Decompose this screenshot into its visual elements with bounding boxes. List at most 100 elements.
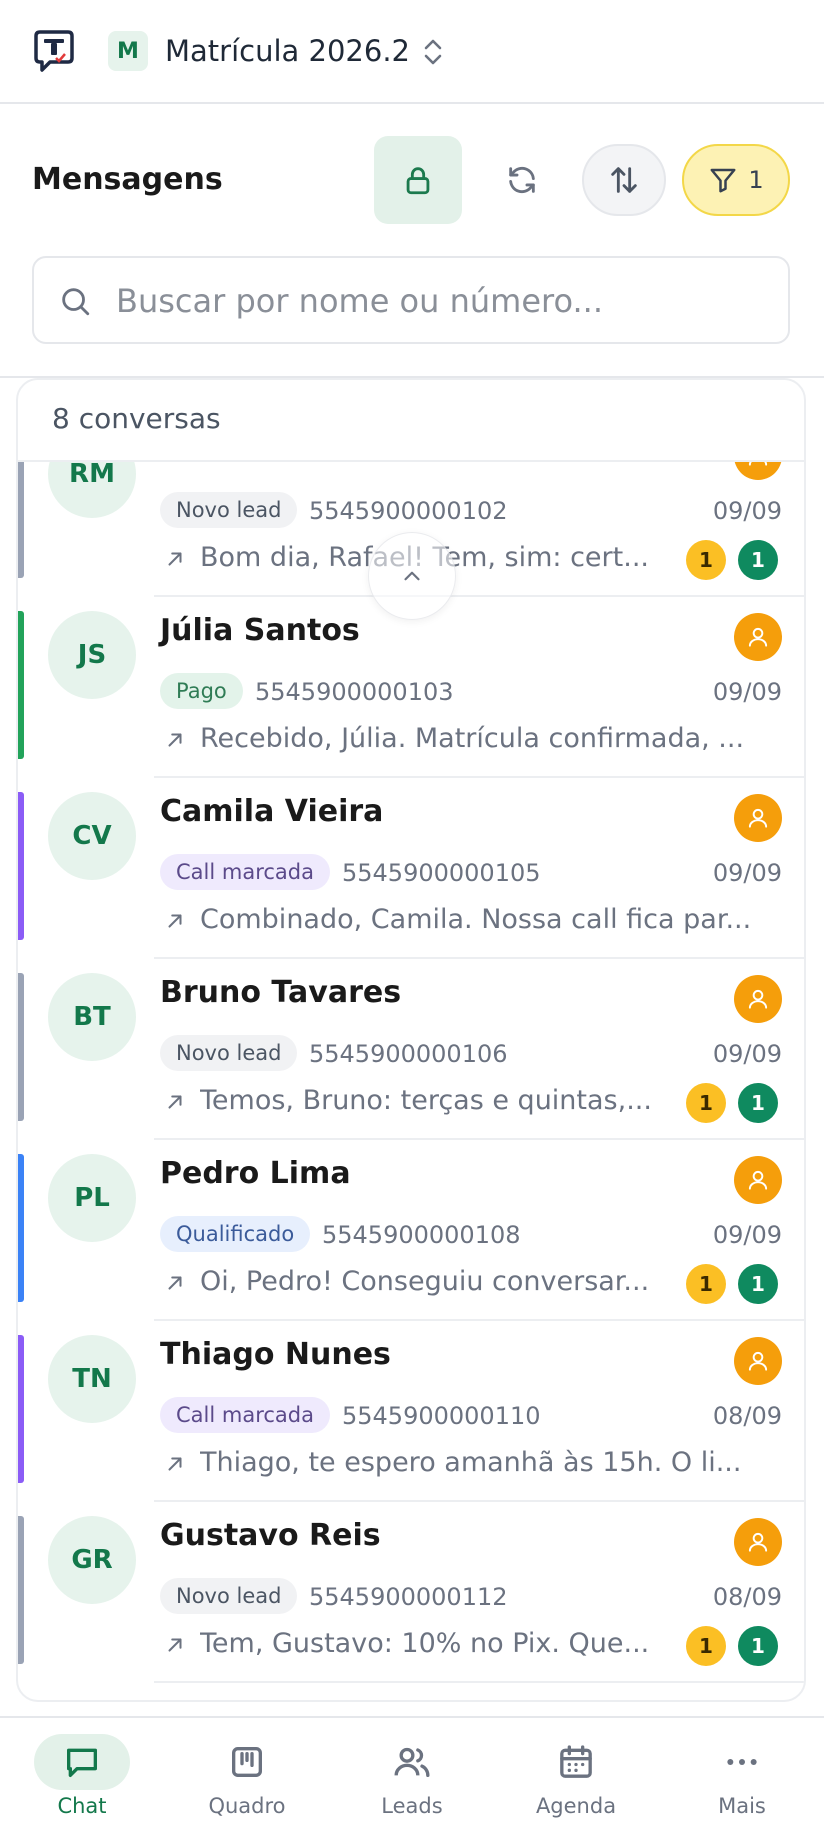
- status-accent-bar: [18, 1335, 24, 1483]
- message-preview: Temos, Bruno: terças e quintas,...: [200, 1085, 652, 1116]
- workspace-avatar: M: [108, 31, 148, 71]
- nav-label: Agenda: [535, 1794, 617, 1818]
- outgoing-arrow-icon: [164, 548, 186, 574]
- workspace-title[interactable]: Matrícula 2026.2: [165, 31, 410, 71]
- conversation-row[interactable]: PL Pedro Lima Qualificado 5545900000108 09/0…: [18, 1140, 804, 1321]
- unread-count-badge: 1: [738, 1264, 778, 1304]
- conversation-row[interactable]: TN Thiago Nunes Call marcada 5545900000110 0…: [18, 1321, 804, 1502]
- last-message-date: 09/09: [712, 678, 782, 706]
- assigned-agent-icon[interactable]: [734, 462, 782, 480]
- outgoing-arrow-icon: [164, 910, 186, 936]
- filter-button[interactable]: 1: [682, 144, 790, 216]
- pending-count-badge: 1: [686, 1264, 726, 1304]
- assigned-agent-icon[interactable]: [734, 975, 782, 1023]
- last-message-date: 08/09: [712, 1583, 782, 1611]
- conversation-row[interactable]: CV Camila Vieira Call marcada 5545900000105…: [18, 778, 804, 959]
- message-preview: Oi, Pedro! Conseguiu conversar...: [200, 1266, 650, 1297]
- conversation-list: 8 conversas RM Rafael Moreira Novo lead 554…: [16, 378, 806, 1702]
- outgoing-arrow-icon: [164, 729, 186, 755]
- users-icon: [364, 1734, 460, 1790]
- contact-phone: 5545900000110: [342, 1402, 541, 1430]
- assigned-agent-icon[interactable]: [734, 613, 782, 661]
- lock-icon: [406, 167, 430, 195]
- status-accent-bar: [18, 792, 24, 940]
- search-input[interactable]: [116, 272, 766, 330]
- pending-count-badge: 1: [686, 1083, 726, 1123]
- message-preview: Combinado, Camila. Nossa call fica par..…: [200, 904, 752, 935]
- conversation-row[interactable]: GR Gustavo Reis Novo lead 5545900000112 08/0…: [18, 1502, 804, 1683]
- status-badge: Novo lead: [160, 1578, 298, 1614]
- status-accent-bar: [18, 611, 24, 759]
- assigned-agent-icon[interactable]: [734, 1156, 782, 1204]
- nav-label: Mais: [718, 1794, 766, 1818]
- status-accent-bar: [18, 462, 24, 578]
- nav-item-chat[interactable]: Chat: [0, 1718, 164, 1830]
- lock-button[interactable]: [374, 136, 462, 224]
- status-badge: Novo lead: [160, 492, 298, 528]
- assigned-agent-icon[interactable]: [734, 1337, 782, 1385]
- conversation-row[interactable]: JS Júlia Santos Pago 5545900000103 09/09 Rece…: [18, 597, 804, 778]
- outgoing-arrow-icon: [164, 1453, 186, 1479]
- last-message-date: 09/09: [712, 497, 782, 525]
- scroll-to-top-button[interactable]: [368, 532, 456, 620]
- message-preview: Thiago, te espero amanhã às 15h. O li...: [200, 1447, 742, 1478]
- conversation-count-bar: 8 conversas: [18, 380, 804, 462]
- outgoing-arrow-icon: [164, 1091, 186, 1117]
- contact-phone: 5545900000108: [322, 1221, 521, 1249]
- app-logo-icon[interactable]: [30, 28, 78, 76]
- pending-count-badge: 1: [686, 540, 726, 580]
- nav-item-leads[interactable]: Leads: [330, 1718, 494, 1830]
- unread-count-badge: 1: [738, 540, 778, 580]
- outgoing-arrow-icon: [164, 1272, 186, 1298]
- contact-phone: 5545900000106: [309, 1040, 508, 1068]
- filter-count: 1: [748, 166, 764, 194]
- page-title: Mensagens: [32, 162, 223, 197]
- status-badge: Novo lead: [160, 1035, 298, 1071]
- message-preview: Recebido, Júlia. Matrícula confirmada, .…: [200, 723, 745, 754]
- avatar: BT: [48, 973, 136, 1061]
- last-message-date: 09/09: [712, 1221, 782, 1249]
- contact-name: Júlia Santos: [160, 613, 360, 648]
- nav-label: Leads: [381, 1794, 443, 1818]
- nav-item-quadro[interactable]: Quadro: [165, 1718, 329, 1830]
- pending-count-badge: 1: [686, 1626, 726, 1666]
- search-icon: [62, 288, 90, 316]
- contact-phone: 5545900000105: [342, 859, 541, 887]
- sort-button[interactable]: [582, 144, 666, 216]
- conversation-rows[interactable]: RM Rafael Moreira Novo lead 5545900000102 09…: [18, 462, 804, 1700]
- refresh-button[interactable]: [486, 136, 558, 224]
- more-icon: [694, 1734, 790, 1790]
- avatar: TN: [48, 1335, 136, 1423]
- contact-name: Thiago Nunes: [160, 1337, 391, 1372]
- assigned-agent-icon[interactable]: [734, 1518, 782, 1566]
- status-badge: Qualificado: [160, 1216, 311, 1252]
- top-bar: M Matrícula 2026.2: [0, 0, 824, 104]
- last-message-date: 08/09: [712, 1402, 782, 1430]
- status-badge: Call marcada: [160, 854, 330, 890]
- status-badge: Call marcada: [160, 1397, 330, 1433]
- message-preview: Tem, Gustavo: 10% no Pix. Que...: [200, 1628, 650, 1659]
- status-accent-bar: [18, 973, 24, 1121]
- sort-arrows-icon: [611, 167, 637, 193]
- assigned-agent-icon[interactable]: [734, 794, 782, 842]
- contact-phone: 5545900000112: [309, 1583, 508, 1611]
- conversation-row[interactable]: BT Bruno Tavares Novo lead 5545900000106 09/…: [18, 959, 804, 1140]
- contact-phone: 5545900000102: [309, 497, 508, 525]
- nav-item-mais[interactable]: Mais: [660, 1718, 824, 1830]
- last-message-date: 09/09: [712, 859, 782, 887]
- unread-count-badge: 1: [738, 1083, 778, 1123]
- contact-name: Rafael Moreira: [160, 462, 409, 470]
- avatar: JS: [48, 611, 136, 699]
- chat-icon: [34, 1734, 130, 1790]
- filter-icon: [710, 168, 736, 193]
- contact-name: Bruno Tavares: [160, 975, 402, 1010]
- board-icon: [199, 1734, 295, 1790]
- contact-name: Pedro Lima: [160, 1156, 351, 1191]
- chevron-up-down-icon[interactable]: [418, 34, 448, 70]
- nav-item-agenda[interactable]: Agenda: [494, 1718, 658, 1830]
- chevron-up-icon: [404, 571, 420, 581]
- conversation-count: 8 conversas: [52, 402, 221, 435]
- avatar: CV: [48, 792, 136, 880]
- contact-name: Gustavo Reis: [160, 1518, 381, 1553]
- outgoing-arrow-icon: [164, 1634, 186, 1660]
